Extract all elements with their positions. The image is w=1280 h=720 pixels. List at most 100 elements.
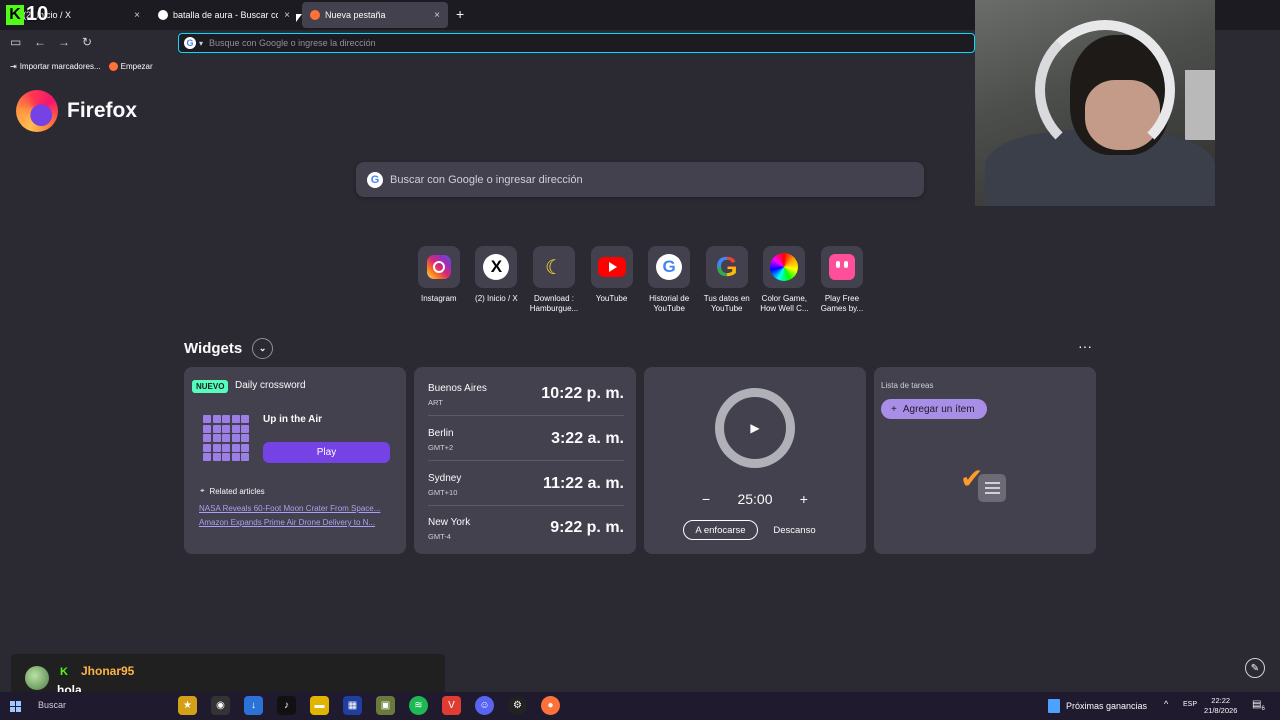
app-minecraft-icon[interactable]: ▣ bbox=[376, 696, 395, 715]
shortcut-youtube[interactable]: YouTube bbox=[583, 246, 641, 314]
shortcut-label: Tus datos en YouTube bbox=[703, 294, 750, 313]
taskbar-apps: ★ ◉ ↓ ♪ ▬ ▦ ▣ ≋ V ☺ ⚙ ● bbox=[178, 696, 560, 715]
bookmark-label: Importar marcadores... bbox=[19, 61, 101, 71]
overlay-number: 10 bbox=[26, 3, 49, 25]
app-spotify-icon[interactable]: ≋ bbox=[409, 696, 428, 715]
url-input[interactable] bbox=[209, 38, 974, 48]
back-icon[interactable]: ← bbox=[34, 35, 46, 49]
app-store-icon[interactable]: ▦ bbox=[343, 696, 362, 715]
app-discord-icon[interactable]: ☺ bbox=[475, 696, 494, 715]
crossword-title: Daily crossword bbox=[235, 380, 306, 391]
bookmark-empezar[interactable]: Empezar bbox=[108, 61, 153, 71]
reload-icon[interactable]: ↻ bbox=[82, 35, 92, 49]
increase-button[interactable]: + bbox=[800, 491, 808, 507]
shortcut-tile[interactable]: G bbox=[648, 246, 691, 288]
break-button[interactable]: Descanso bbox=[767, 520, 822, 540]
bookmark-import[interactable]: ⇥ Importar marcadores... bbox=[10, 62, 101, 71]
widgets-title: Widgets bbox=[184, 340, 243, 357]
shortcut-tile[interactable] bbox=[417, 246, 460, 288]
taskbar-clock[interactable]: 22:22 21/8/2026 bbox=[1204, 696, 1237, 716]
close-icon[interactable]: × bbox=[284, 10, 290, 21]
edit-icon[interactable]: ✎ bbox=[1245, 658, 1265, 678]
focus-button[interactable]: A enfocarse bbox=[683, 520, 758, 540]
shortcut-label: YouTube bbox=[595, 294, 628, 303]
shortcut-datos-youtube[interactable]: G Tus datos en YouTube bbox=[698, 246, 756, 314]
shortcut-label: Instagram bbox=[421, 294, 457, 303]
newtab-search-box[interactable]: G bbox=[356, 162, 924, 197]
google-icon: G bbox=[367, 171, 383, 188]
related-articles: ⌖ Related articles bbox=[200, 486, 265, 496]
shortcut-historial-youtube[interactable]: G Historial de YouTube bbox=[640, 246, 698, 314]
app-download-icon[interactable]: ↓ bbox=[244, 696, 263, 715]
app-star-icon[interactable]: ★ bbox=[178, 696, 197, 715]
app-obs-icon[interactable]: ◉ bbox=[211, 696, 230, 715]
play-icon[interactable]: ▶ bbox=[750, 421, 759, 435]
shortcut-label: Color Game, How Well C... bbox=[760, 294, 809, 313]
clock-timezone: ART bbox=[428, 398, 443, 407]
checklist-illustration-icon: ✔ bbox=[960, 458, 1010, 503]
more-options-icon[interactable]: ··· bbox=[1078, 338, 1092, 354]
timer-value: 25:00 bbox=[737, 491, 773, 507]
shortcut-tile[interactable]: ☾ bbox=[532, 246, 575, 288]
shortcut-poki[interactable]: Play Free Games by... bbox=[813, 246, 871, 314]
crossword-grid-icon bbox=[203, 415, 249, 461]
shortcut-tile[interactable]: G bbox=[705, 246, 748, 288]
decrease-button[interactable]: − bbox=[702, 491, 710, 507]
clock-time: 9:22 p. m. bbox=[550, 519, 624, 536]
article-link[interactable]: Amazon Expands Prime Air Drone Delivery … bbox=[199, 518, 391, 527]
shortcut-tile[interactable] bbox=[820, 246, 863, 288]
shortcut-download[interactable]: ☾ Download : Hamburgue... bbox=[525, 246, 583, 314]
notification-icon[interactable]: ▤6 bbox=[1252, 699, 1265, 712]
url-bar[interactable]: G ▾ bbox=[178, 33, 975, 53]
firefox-logo: Firefox bbox=[16, 90, 137, 132]
shortcut-tile[interactable]: X bbox=[475, 246, 518, 288]
play-button[interactable]: Play bbox=[263, 442, 390, 463]
chevron-up-icon[interactable]: ^ bbox=[1164, 699, 1168, 709]
app-steam-icon[interactable]: ⚙ bbox=[508, 696, 527, 715]
clock-city: Buenos Aires bbox=[428, 383, 487, 394]
shortcut-color-game[interactable]: Color Game, How Well C... bbox=[756, 246, 814, 314]
clock-row: Sydney GMT+10 11:22 a. m. bbox=[428, 462, 624, 506]
chevron-down-icon[interactable]: ▾ bbox=[199, 39, 203, 48]
avatar bbox=[25, 666, 49, 690]
clock-date: 21/8/2026 bbox=[1204, 706, 1238, 715]
new-tab-button[interactable]: + bbox=[456, 6, 464, 22]
shortcut-tile[interactable] bbox=[590, 246, 633, 288]
world-clock-widget: Buenos Aires ART 10:22 p. m. Berlin GMT+… bbox=[414, 367, 636, 554]
sidebar-toggle-icon[interactable]: ▭ bbox=[10, 35, 21, 49]
clock-city: Sydney bbox=[428, 473, 462, 484]
shortcut-tile[interactable] bbox=[763, 246, 806, 288]
app-folder-icon[interactable]: ▬ bbox=[310, 696, 329, 715]
windows-start-icon[interactable] bbox=[10, 701, 21, 712]
widgets-header: Widgets ⌄ bbox=[184, 338, 274, 359]
chat-username: Jhonar95 bbox=[81, 664, 135, 678]
app-vivaldi-icon[interactable]: V bbox=[442, 696, 461, 715]
chevron-down-icon[interactable]: ⌄ bbox=[252, 338, 274, 359]
close-icon[interactable]: × bbox=[434, 10, 440, 21]
add-item-button[interactable]: + Agregar un ítem bbox=[881, 399, 987, 419]
shortcut-x[interactable]: X (2) Inicio / X bbox=[468, 246, 526, 314]
tab-title: Nueva pestaña bbox=[325, 10, 386, 20]
forward-icon[interactable]: → bbox=[58, 35, 70, 49]
puzzle-name: Up in the Air bbox=[263, 414, 323, 425]
timer-ring[interactable]: ▶ bbox=[715, 388, 795, 468]
youtube-icon bbox=[597, 257, 626, 277]
language-indicator[interactable]: ESP bbox=[1183, 701, 1197, 708]
search-engine-icon[interactable]: G bbox=[184, 37, 196, 49]
close-icon[interactable]: × bbox=[134, 10, 140, 21]
stream-overlay-logo: K 10 bbox=[6, 3, 48, 26]
app-firefox-icon[interactable]: ● bbox=[541, 696, 560, 715]
tab-google-search[interactable]: batalla de aura - Buscar con Google × bbox=[150, 2, 298, 28]
shortcut-instagram[interactable]: Instagram bbox=[410, 246, 468, 314]
clock-city: New York bbox=[428, 517, 471, 528]
tab-new-tab[interactable]: Nueva pestaña × bbox=[302, 2, 448, 28]
new-badge: NUEVO bbox=[192, 380, 229, 393]
article-link[interactable]: NASA Reveals 60-Foot Moon Crater From Sp… bbox=[199, 504, 391, 513]
plus-icon: + bbox=[891, 403, 897, 415]
search-input[interactable] bbox=[390, 173, 924, 186]
taskbar-search[interactable]: Buscar bbox=[38, 700, 66, 710]
bookmarks-toolbar: ⇥ Importar marcadores... Empezar bbox=[0, 56, 975, 76]
app-tiktok-icon[interactable]: ♪ bbox=[277, 696, 296, 715]
add-item-label: Agregar un ítem bbox=[902, 403, 975, 415]
earnings-widget[interactable]: Próximas ganancias bbox=[1048, 699, 1147, 713]
